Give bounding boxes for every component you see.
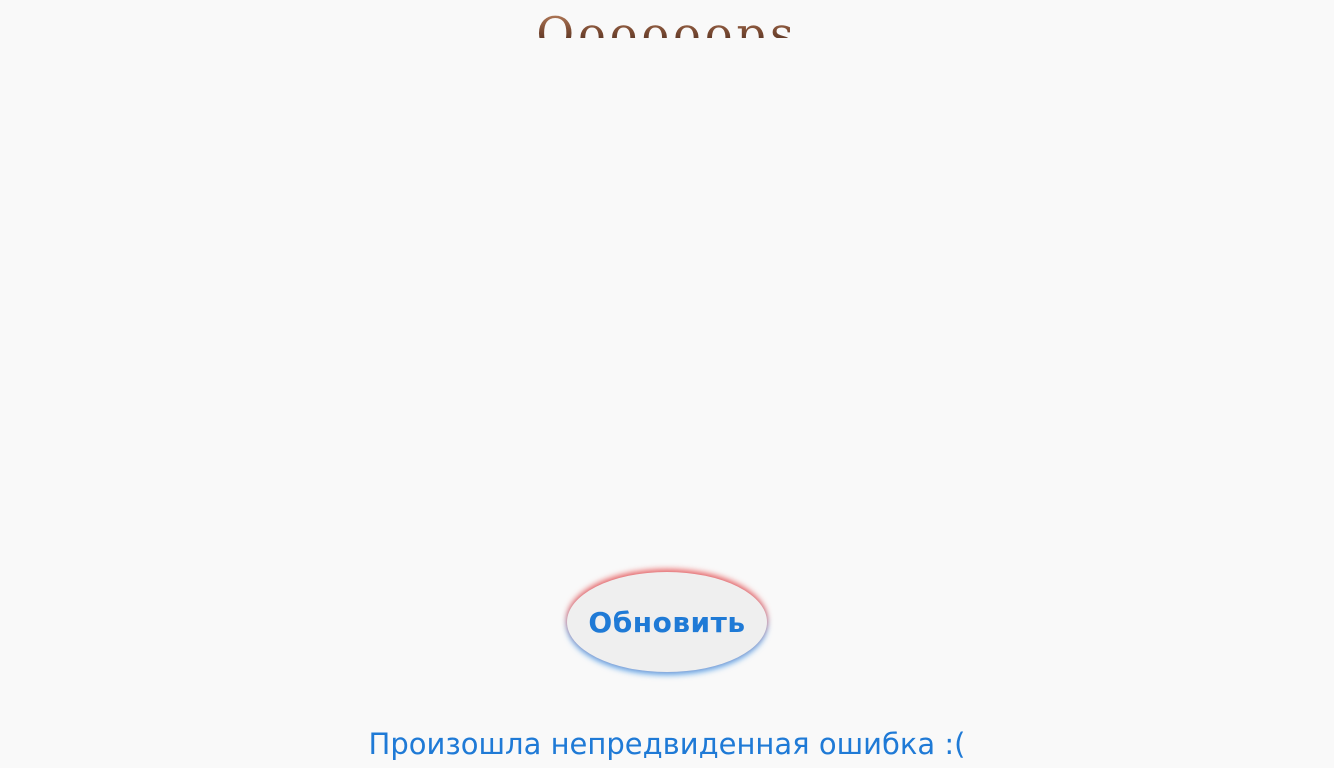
refresh-button-label: Обновить bbox=[588, 605, 746, 639]
error-page: Oooooops Обновить Произошла непредвиденн… bbox=[0, 0, 1334, 768]
title-container: Oooooops bbox=[0, 0, 1334, 38]
page-title: Oooooops bbox=[536, 6, 797, 38]
error-message: Произошла непредвиденная ошибка :( bbox=[368, 727, 966, 761]
refresh-button[interactable]: Обновить bbox=[567, 572, 767, 672]
